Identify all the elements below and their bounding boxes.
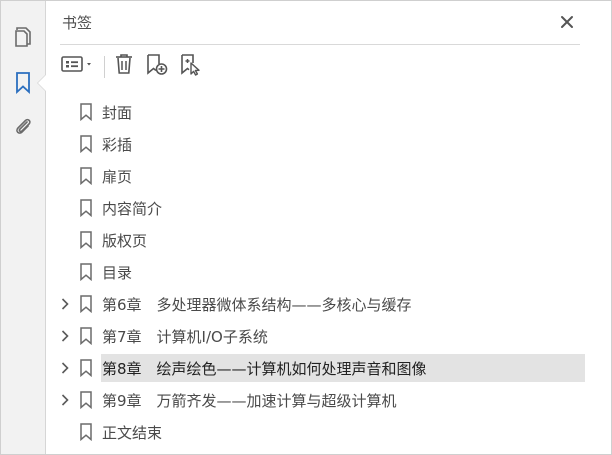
bookmark-label: 第6章 多处理器微体系结构——多核心与缓存 [102, 296, 412, 314]
bookmark-label: 第7章 计算机I/O子系统 [102, 328, 268, 346]
expand-chevron-icon[interactable] [57, 328, 73, 344]
bookmarks-panel: 书签 封面 彩插 扉页 内容简介 版权页 目录 第6章 多处理器微体系结构——多… [46, 1, 611, 454]
bookmark-icon [14, 71, 32, 95]
expand-chevron-icon[interactable] [57, 360, 73, 376]
attachments-button[interactable] [9, 114, 37, 142]
panel-header: 书签 [60, 1, 580, 45]
bookmark-item[interactable]: 扉页 [46, 160, 611, 192]
bookmark-item[interactable]: 彩插 [46, 128, 611, 160]
panel-title: 书签 [62, 14, 93, 32]
bookmark-icon [79, 167, 93, 186]
bookmark-item[interactable]: 内容简介 [46, 192, 611, 224]
close-icon [558, 16, 576, 35]
delete-bookmark-button[interactable] [112, 53, 136, 79]
bookmarks-button[interactable] [9, 69, 37, 97]
bookmarks-window: 书签 封面 彩插 扉页 内容简介 版权页 目录 第6章 多处理器微体系结构——多… [0, 0, 612, 455]
bookmark-icon [79, 103, 93, 122]
bookmark-item[interactable]: 第6章 多处理器微体系结构——多核心与缓存 [46, 288, 611, 320]
delete-icon [113, 52, 135, 80]
bookmark-tree: 封面彩插扉页内容简介版权页目录第6章 多处理器微体系结构——多核心与缓存 第7章 … [46, 96, 611, 448]
bookmark-item[interactable]: 第8章 绘声绘色——计算机如何处理声音和图像 [46, 352, 611, 384]
navigation-rail [1, 1, 46, 454]
bookmark-label: 内容简介 [102, 200, 163, 218]
bookmark-icon [79, 423, 93, 442]
new-bookmark-button[interactable] [144, 53, 170, 79]
new-bookmark-from-selection-icon [178, 52, 204, 80]
bookmark-icon [79, 295, 93, 314]
bookmark-item[interactable]: 版权页 [46, 224, 611, 256]
active-tab-pointer [38, 75, 46, 91]
bookmark-label: 目录 [102, 264, 133, 282]
bookmark-item[interactable]: 封面 [46, 96, 611, 128]
bookmark-icon [79, 391, 93, 410]
new-bookmark-from-selection-button[interactable] [178, 53, 204, 79]
bookmark-label: 封面 [102, 104, 133, 122]
bookmark-icon [79, 135, 93, 154]
bookmark-icon [79, 231, 93, 250]
toolbar-divider [104, 56, 105, 78]
expand-chevron-icon[interactable] [57, 296, 73, 312]
pages-icon [12, 25, 34, 49]
bookmark-label: 扉页 [102, 168, 133, 186]
attachment-icon [12, 116, 34, 140]
bookmark-item[interactable]: 正文结束 [46, 416, 611, 448]
bookmark-icon [79, 199, 93, 218]
bookmark-label: 版权页 [102, 232, 148, 250]
bookmark-label: 第8章 绘声绘色——计算机如何处理声音和图像 [102, 360, 427, 378]
bookmark-item[interactable]: 目录 [46, 256, 611, 288]
bookmark-item[interactable]: 第9章 万箭齐发——加速计算与超级计算机 [46, 384, 611, 416]
bookmark-icon [79, 359, 93, 378]
close-button[interactable] [558, 13, 576, 31]
options-menu-icon [60, 53, 98, 79]
bookmark-label: 第9章 万箭齐发——加速计算与超级计算机 [102, 392, 397, 410]
bookmark-icon [79, 327, 93, 346]
bookmarks-toolbar [60, 53, 580, 81]
bookmark-label: 彩插 [102, 136, 133, 154]
bookmark-label: 正文结束 [102, 424, 163, 442]
expand-chevron-icon[interactable] [57, 392, 73, 408]
bookmark-item[interactable]: 第7章 计算机I/O子系统 [46, 320, 611, 352]
options-menu-button[interactable] [60, 53, 98, 79]
bookmark-icon [79, 263, 93, 282]
new-bookmark-icon [144, 52, 170, 80]
pages-button[interactable] [9, 23, 37, 51]
